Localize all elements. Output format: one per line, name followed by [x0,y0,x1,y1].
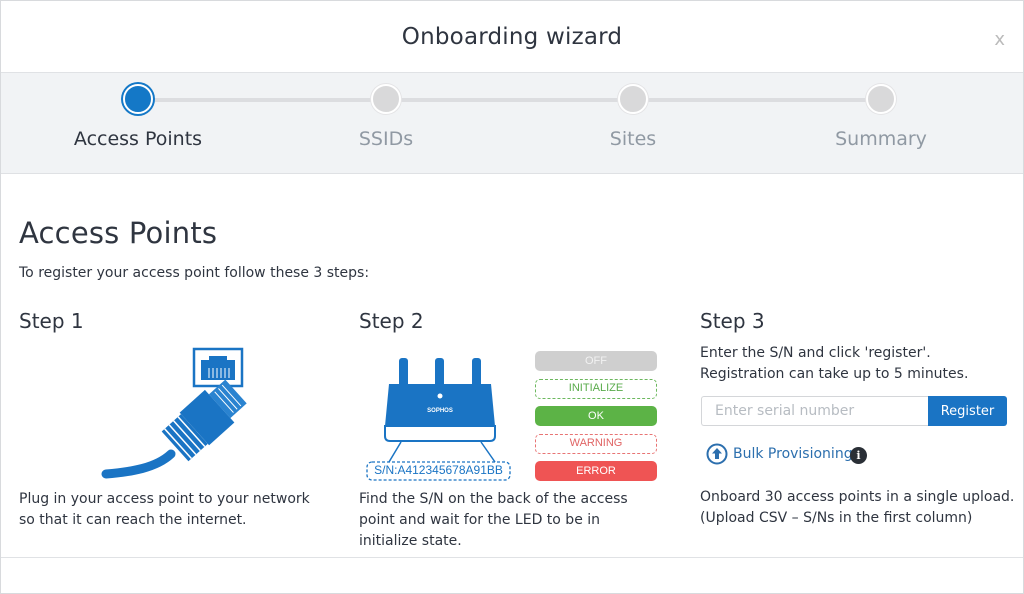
page-heading: Access Points [19,216,218,250]
step1-description: Plug in your access point to your networ… [19,491,310,528]
led-initialize: INITIALIZE [535,378,657,399]
step3-column: Step 3 Enter the S/N and click 'register… [700,309,1020,385]
step-node-summary[interactable] [866,84,896,114]
wizard-stepper: Access Points SSIDs Sites Summary [1,73,1023,174]
led-ok: OK [535,406,657,426]
stepper-track [139,98,881,102]
dialog-title: Onboarding wizard [401,23,623,50]
step-node-sites[interactable] [618,84,648,114]
step2-description: Find the S/N on the back of the access p… [359,491,628,549]
info-icon[interactable]: i [850,447,867,464]
page-heading-wrap: Access Points [19,216,217,250]
step-label-sites[interactable]: Sites [610,128,656,150]
intro-text: To register your access point follow the… [19,265,370,281]
led-error: ERROR [535,461,657,481]
step2-title: Step 2 [359,309,424,333]
access-point-device-icon: SOPHOS [366,358,511,481]
serial-number-input[interactable] [701,396,929,426]
device-brand: SOPHOS [427,408,453,414]
step-node-ssids[interactable] [371,84,401,114]
step1-title: Step 1 [19,309,84,333]
ethernet-cable-icon [101,347,247,479]
close-icon[interactable]: x [994,29,1005,50]
led-legend: OFF INITIALIZE OK WARNING ERROR [535,351,657,489]
bulk-provisioning-link[interactable]: Bulk Provisioning [706,443,853,465]
step1-column: Step 1 [19,309,339,343]
led-warning: WARNING [535,433,657,454]
step3-description: Enter the S/N and click 'register'. Regi… [700,345,969,382]
step-label-ssids[interactable]: SSIDs [359,128,413,150]
bulk-provisioning-label[interactable]: Bulk Provisioning [733,446,853,462]
step-node-access-points[interactable] [123,84,153,114]
register-button[interactable]: Register [928,396,1007,426]
onboarding-dialog: Onboarding wizard x Access Points SSIDs … [0,0,1024,594]
footer-divider [1,557,1023,558]
upload-arrow-icon [706,443,728,465]
step-label-access-points[interactable]: Access Points [74,128,202,150]
bulk-description: Onboard 30 access points in a single upl… [700,489,1015,526]
step-label-summary[interactable]: Summary [835,128,927,150]
step2-column: Step 2 [359,309,679,343]
step3-title: Step 3 [700,309,765,333]
serial-number-label: S/N:A412345678A91BB [374,463,503,477]
led-off: OFF [535,351,657,371]
dialog-header: Onboarding wizard x [1,1,1023,73]
